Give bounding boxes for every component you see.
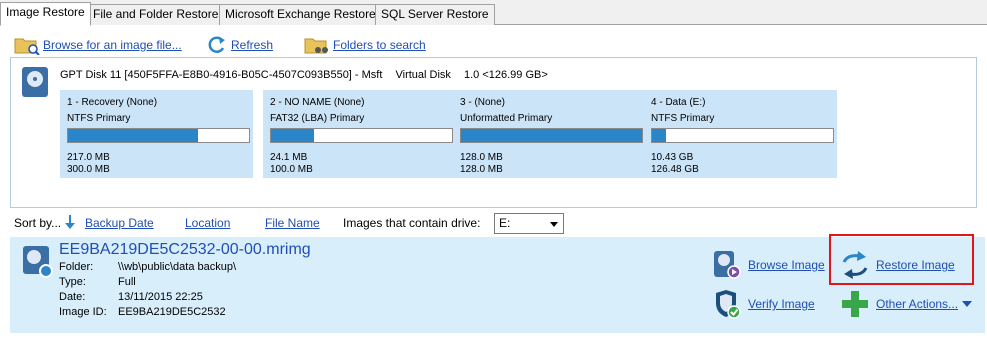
folders-to-search-button[interactable]: Folders to search <box>304 34 426 56</box>
image-date-key: Date: <box>59 291 86 303</box>
browse-image-link[interactable]: Browse Image <box>748 258 825 272</box>
folders-to-search-link[interactable]: Folders to search <box>333 38 426 52</box>
plus-icon <box>840 289 870 319</box>
partition-total: 128.0 MB <box>460 164 503 175</box>
image-date-value: 13/11/2015 22:25 <box>118 291 203 303</box>
partition-1[interactable]: 1 - Recovery (None) NTFS Primary 217.0 M… <box>60 90 253 178</box>
partition-usage-fill <box>652 129 667 142</box>
image-id-key: Image ID: <box>59 306 107 318</box>
sort-file-name-link[interactable]: File Name <box>265 216 320 230</box>
partition-type: FAT32 (LBA) Primary <box>270 113 365 124</box>
partition-2[interactable]: 2 - NO NAME (None) FAT32 (LBA) Primary 2… <box>263 90 456 178</box>
partition-used: 10.43 GB <box>651 152 694 163</box>
partition-type: NTFS Primary <box>651 113 715 124</box>
tab-file-folder-restore[interactable]: File and Folder Restore <box>87 4 225 25</box>
partition-type: Unformatted Primary <box>460 113 553 124</box>
sort-by-label: Sort by... <box>14 216 62 230</box>
restore-image-highlight-box <box>829 234 974 285</box>
image-id-row: Image ID: EE9BA219DE5C2532 <box>59 306 226 318</box>
partition-total: 126.48 GB <box>651 164 699 175</box>
image-file-name: EE9BA219DE5C2532-00-00.mrimg <box>59 241 311 258</box>
drive-filter-value: E: <box>499 216 511 230</box>
image-folder-value: \\wb\public\data backup\ <box>118 261 237 273</box>
other-actions-button[interactable]: Other Actions... <box>840 289 973 319</box>
refresh-icon <box>206 35 228 55</box>
hard-disk-icon <box>22 67 48 97</box>
sort-backup-date-link[interactable]: Backup Date <box>85 216 154 230</box>
partition-usage-fill <box>271 129 315 142</box>
refresh-button[interactable]: Refresh <box>206 34 273 56</box>
partition-name: 3 - (None) <box>460 97 506 108</box>
chevron-down-icon[interactable] <box>962 301 973 307</box>
other-actions-link[interactable]: Other Actions... <box>876 297 958 311</box>
drive-filter-select[interactable]: E: <box>494 213 564 234</box>
image-folder-row: Folder: \\wb\public\data backup\ <box>59 261 236 273</box>
partition-usage-bar <box>460 128 643 143</box>
partition-type: NTFS Primary <box>67 113 131 124</box>
shield-check-icon <box>712 289 742 319</box>
drive-filter-label: Images that contain drive: <box>343 216 481 230</box>
partition-total: 100.0 MB <box>270 164 313 175</box>
tab-image-restore[interactable]: Image Restore <box>0 2 91 26</box>
image-folder-key: Folder: <box>59 261 94 273</box>
partition-usage-bar <box>67 128 250 143</box>
partition-usage-fill <box>461 129 642 142</box>
image-badge-icon <box>39 264 53 278</box>
partition-usage-bar <box>270 128 453 143</box>
chevron-down-icon <box>550 222 558 227</box>
partition-total: 300.0 MB <box>67 164 110 175</box>
disk-image-icon <box>23 246 53 278</box>
image-type-value: Full <box>118 276 136 288</box>
browse-image-icon <box>712 250 742 280</box>
image-id-value: EE9BA219DE5C2532 <box>118 306 226 318</box>
partition-3[interactable]: 3 - (None) Unformatted Primary 128.0 MB … <box>453 90 646 178</box>
partition-usage-fill <box>68 129 199 142</box>
partition-name: 4 - Data (E:) <box>651 97 706 108</box>
partition-name: 1 - Recovery (None) <box>67 97 158 108</box>
tab-exchange-restore[interactable]: Microsoft Exchange Restore <box>219 4 382 25</box>
partition-name: 2 - NO NAME (None) <box>270 97 365 108</box>
disk-size: 1.0 <126.99 GB> <box>463 69 548 81</box>
folders-binoculars-icon <box>304 35 330 55</box>
browse-image-file-button[interactable]: Browse for an image file... <box>14 34 182 56</box>
disk-header: GPT Disk 11 [450F5FFA-E8B0-4916-B05C-450… <box>60 69 558 81</box>
partition-used: 128.0 MB <box>460 152 503 163</box>
disk-name: GPT Disk 11 [450F5FFA-E8B0-4916-B05C-450… <box>60 69 383 81</box>
partition-4[interactable]: 4 - Data (E:) NTFS Primary 10.43 GB 126.… <box>644 90 837 178</box>
refresh-link[interactable]: Refresh <box>231 38 273 52</box>
disk-kind: Virtual Disk <box>395 69 451 81</box>
browse-image-file-link[interactable]: Browse for an image file... <box>43 38 182 52</box>
tab-bar: Image Restore File and Folder Restore Mi… <box>0 0 987 26</box>
disk-panel: GPT Disk 11 [450F5FFA-E8B0-4916-B05C-450… <box>10 57 977 208</box>
image-type-row: Type: Full <box>59 276 136 288</box>
partition-used: 24.1 MB <box>270 152 308 163</box>
sort-location-link[interactable]: Location <box>185 216 230 230</box>
folder-search-icon <box>14 35 40 56</box>
sort-descending-arrow-icon <box>64 214 76 230</box>
partition-usage-bar <box>651 128 834 143</box>
image-type-key: Type: <box>59 276 86 288</box>
image-date-row: Date: 13/11/2015 22:25 <box>59 291 203 303</box>
verify-image-button[interactable]: Verify Image <box>712 289 815 319</box>
tab-sql-restore[interactable]: SQL Server Restore <box>375 4 495 25</box>
browse-image-button[interactable]: Browse Image <box>712 250 825 280</box>
verify-image-link[interactable]: Verify Image <box>748 297 815 311</box>
partition-used: 217.0 MB <box>67 152 110 163</box>
